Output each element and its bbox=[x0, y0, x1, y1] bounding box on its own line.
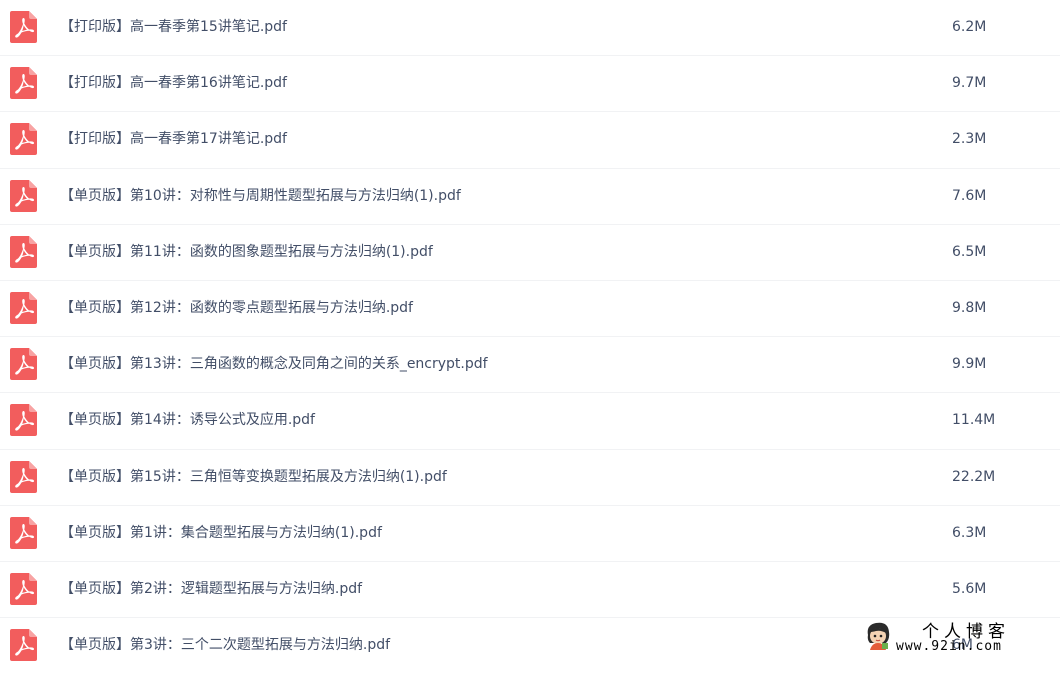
file-size: 7.6M bbox=[952, 187, 987, 204]
file-size: 6.5M bbox=[952, 243, 987, 260]
file-size: 9.9M bbox=[952, 356, 987, 373]
file-name[interactable]: 【单页版】第13讲：三角函数的概念及同角之间的关系_encrypt.pdf bbox=[60, 337, 488, 393]
file-size: 22.2M bbox=[952, 468, 996, 485]
pdf-file-icon bbox=[10, 235, 37, 268]
file-row[interactable]: 【打印版】高一春季第16讲笔记.pdf 9.7M bbox=[0, 56, 1060, 113]
file-name[interactable]: 【单页版】第11讲：函数的图象题型拓展与方法归纳(1).pdf bbox=[60, 225, 433, 281]
avatar-icon bbox=[864, 619, 892, 651]
file-name[interactable]: 【单页版】第2讲：逻辑题型拓展与方法归纳.pdf bbox=[60, 562, 362, 618]
blog-watermark: 个人博客 www.92in.com bbox=[864, 617, 1044, 659]
file-name[interactable]: 【打印版】高一春季第15讲笔记.pdf bbox=[60, 0, 287, 56]
file-name[interactable]: 【单页版】第3讲：三个二次题型拓展与方法归纳.pdf bbox=[60, 618, 390, 674]
file-row[interactable]: 【单页版】第14讲：诱导公式及应用.pdf 11.4M bbox=[0, 393, 1060, 450]
file-name[interactable]: 【单页版】第15讲：三角恒等变换题型拓展及方法归纳(1).pdf bbox=[60, 450, 447, 506]
pdf-file-icon bbox=[10, 516, 37, 549]
pdf-file-icon bbox=[10, 179, 37, 212]
pdf-file-icon bbox=[10, 11, 37, 43]
file-size: 6.3M bbox=[952, 524, 987, 541]
file-size: 9.7M bbox=[952, 75, 987, 92]
file-size: 9.8M bbox=[952, 299, 987, 316]
file-name[interactable]: 【单页版】第12讲：函数的零点题型拓展与方法归纳.pdf bbox=[60, 281, 413, 337]
pdf-file-icon bbox=[10, 123, 37, 156]
file-name[interactable]: 【单页版】第14讲：诱导公式及应用.pdf bbox=[60, 393, 315, 449]
file-size: 11.4M bbox=[952, 412, 996, 429]
file-row[interactable]: 【单页版】第13讲：三角函数的概念及同角之间的关系_encrypt.pdf 9.… bbox=[0, 337, 1060, 394]
file-row[interactable]: 【单页版】第11讲：函数的图象题型拓展与方法归纳(1).pdf 6.5M bbox=[0, 225, 1060, 281]
file-row[interactable]: 【打印版】高一春季第17讲笔记.pdf 2.3M bbox=[0, 112, 1060, 169]
file-size: 2.3M bbox=[952, 131, 987, 148]
pdf-file-icon bbox=[10, 460, 37, 493]
pdf-file-icon bbox=[10, 404, 37, 437]
file-row[interactable]: 【单页版】第1讲：集合题型拓展与方法归纳(1).pdf 6.3M bbox=[0, 506, 1060, 562]
file-row[interactable]: 【单页版】第2讲：逻辑题型拓展与方法归纳.pdf 5.6M bbox=[0, 562, 1060, 619]
file-name[interactable]: 【打印版】高一春季第16讲笔记.pdf bbox=[60, 56, 287, 112]
watermark-url: www.92in.com bbox=[896, 639, 1002, 654]
pdf-file-icon bbox=[10, 67, 37, 100]
file-row[interactable]: 【打印版】高一春季第15讲笔记.pdf 6.2M bbox=[0, 0, 1060, 57]
file-row[interactable]: 【单页版】第12讲：函数的零点题型拓展与方法归纳.pdf 9.8M bbox=[0, 281, 1060, 338]
file-list: 【打印版】高一春季第15讲笔记.pdf 6.2M 【打印版】高一春季第16讲笔记… bbox=[0, 0, 1060, 674]
file-size: 6.2M bbox=[952, 19, 987, 35]
pdf-file-icon bbox=[10, 348, 37, 381]
file-name[interactable]: 【打印版】高一春季第17讲笔记.pdf bbox=[60, 112, 287, 168]
file-name[interactable]: 【单页版】第1讲：集合题型拓展与方法归纳(1).pdf bbox=[60, 506, 382, 562]
file-size: 5.6M bbox=[952, 580, 987, 597]
file-name[interactable]: 【单页版】第10讲：对称性与周期性题型拓展与方法归纳(1).pdf bbox=[60, 169, 461, 225]
file-row[interactable]: 【单页版】第15讲：三角恒等变换题型拓展及方法归纳(1).pdf 22.2M bbox=[0, 450, 1060, 506]
pdf-file-icon bbox=[10, 629, 37, 662]
pdf-file-icon bbox=[10, 572, 37, 605]
file-row[interactable]: 【单页版】第10讲：对称性与周期性题型拓展与方法归纳(1).pdf 7.6M bbox=[0, 169, 1060, 225]
pdf-file-icon bbox=[10, 291, 37, 324]
